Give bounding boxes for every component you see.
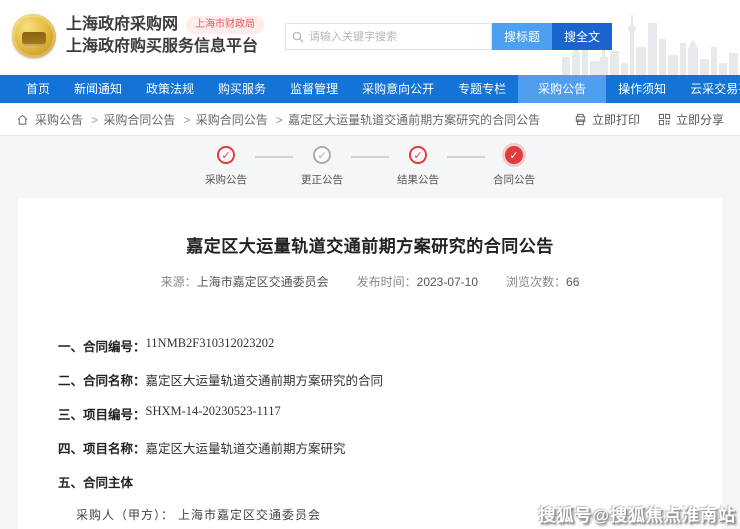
- nav-item-news[interactable]: 新闻通知: [62, 75, 134, 103]
- publish-time-label: 发布时间：: [356, 275, 417, 289]
- print-button[interactable]: 立即打印: [574, 111, 640, 128]
- project-name-row: 四、项目名称： 嘉定区大运量轨道交通前期方案研究: [58, 442, 346, 456]
- step-connector: [255, 156, 293, 158]
- home-icon: [17, 114, 28, 125]
- search-fulltext-button[interactable]: 搜全文: [552, 23, 613, 50]
- page-title: 嘉定区大运量轨道交通前期方案研究的合同公告: [186, 237, 554, 256]
- check-circle-icon: [313, 146, 331, 164]
- breadcrumb-bar: 采购公告 采购合同公告 采购合同公告 嘉定区大运量轨道交通前期方案研究的合同公告…: [0, 103, 740, 136]
- qr-code-icon: [658, 113, 671, 125]
- page-tools: 立即打印 立即分享: [574, 111, 724, 128]
- site-title-line1: 上海政府采购网: [66, 16, 179, 34]
- nav-item-cloud-trade-platform[interactable]: 云采交易平台: [678, 75, 740, 103]
- share-button[interactable]: 立即分享: [658, 111, 724, 128]
- page: 上海政府采购网 上海市财政局 上海政府购买服务信息平台 搜标题 搜全文: [0, 0, 740, 529]
- search-title-button[interactable]: 搜标题: [492, 23, 553, 50]
- article-meta: 来源：上海市嘉定区交通委员会 发布时间：2023-07-10 浏览次数：66: [58, 273, 682, 290]
- search-area: 搜标题 搜全文: [285, 23, 613, 50]
- sohu-watermark: 搜狐号@搜狐焦点淮南站: [538, 506, 736, 525]
- site-titles: 上海政府采购网 上海市财政局 上海政府购买服务信息平台: [66, 14, 265, 57]
- finance-bureau-badge: 上海市财政局: [186, 16, 265, 34]
- nav-item-home[interactable]: 首页: [14, 75, 62, 103]
- breadcrumb-item-2[interactable]: 采购合同公告: [89, 111, 175, 128]
- contract-name-row: 二、合同名称： 嘉定区大运量轨道交通前期方案研究的合同: [58, 374, 384, 388]
- step-result-notice[interactable]: 结果公告: [389, 146, 447, 187]
- publish-time-value: 2023-07-10: [416, 275, 479, 289]
- step-procurement-notice[interactable]: 采购公告: [197, 146, 255, 187]
- article-card: 嘉定区大运量轨道交通前期方案研究的合同公告 来源：上海市嘉定区交通委员会 发布时…: [18, 198, 722, 529]
- site-title-line2: 上海政府购买服务信息平台: [66, 38, 259, 55]
- search-input[interactable]: [309, 30, 485, 43]
- step-connector: [447, 156, 485, 158]
- nav-item-supervision[interactable]: 监督管理: [278, 75, 350, 103]
- site-header: 上海政府采购网 上海市财政局 上海政府购买服务信息平台 搜标题 搜全文: [0, 0, 740, 75]
- gov-emblem-icon: [12, 14, 56, 58]
- step-connector: [351, 156, 389, 158]
- project-number-row: 三、项目编号： SHXM-14-20230523-1117: [58, 404, 281, 422]
- nav-item-special-columns[interactable]: 专题专栏: [446, 75, 518, 103]
- check-circle-icon: [217, 146, 235, 164]
- breadcrumb: 采购公告 采购合同公告 采购合同公告 嘉定区大运量轨道交通前期方案研究的合同公告: [16, 111, 540, 128]
- source-value: 上海市嘉定区交通委员会: [196, 275, 329, 289]
- search-box: [285, 23, 492, 50]
- nav-item-purchase-service[interactable]: 购买服务: [206, 75, 278, 103]
- nav-item-intent-disclosure[interactable]: 采购意向公开: [350, 75, 446, 103]
- breadcrumb-item-1[interactable]: 采购公告: [35, 111, 83, 128]
- search-icon: [292, 31, 304, 42]
- breadcrumb-item-3[interactable]: 采购合同公告: [181, 111, 268, 128]
- breadcrumb-item-current: 嘉定区大运量轨道交通前期方案研究的合同公告: [274, 111, 540, 128]
- source-label: 来源：: [160, 275, 197, 289]
- step-correction-notice[interactable]: 更正公告: [293, 146, 351, 187]
- print-label: 立即打印: [591, 112, 640, 127]
- contract-number-row: 一、合同编号： 11NMB2F310312023202: [58, 336, 275, 354]
- share-label: 立即分享: [675, 112, 724, 127]
- nav-item-policy[interactable]: 政策法规: [134, 75, 206, 103]
- check-circle-icon: [409, 146, 427, 164]
- check-circle-icon: [505, 146, 523, 164]
- nav-item-operation-guide[interactable]: 操作须知: [606, 75, 678, 103]
- contract-parties-heading: 五、合同主体: [58, 476, 134, 490]
- printer-icon: [575, 113, 586, 125]
- views-label: 浏览次数：: [506, 275, 567, 289]
- notice-progress-steps: 采购公告 更正公告 结果公告 合同公告: [0, 136, 740, 198]
- views-value: 66: [566, 275, 580, 289]
- site-logo[interactable]: 上海政府采购网 上海市财政局 上海政府购买服务信息平台: [12, 14, 265, 58]
- nav-item-procurement-notice[interactable]: 采购公告: [518, 75, 607, 103]
- step-contract-notice[interactable]: 合同公告: [485, 146, 543, 187]
- main-nav: 首页 新闻通知 政策法规 购买服务 监督管理 采购意向公开 专题专栏 采购公告 …: [0, 75, 740, 103]
